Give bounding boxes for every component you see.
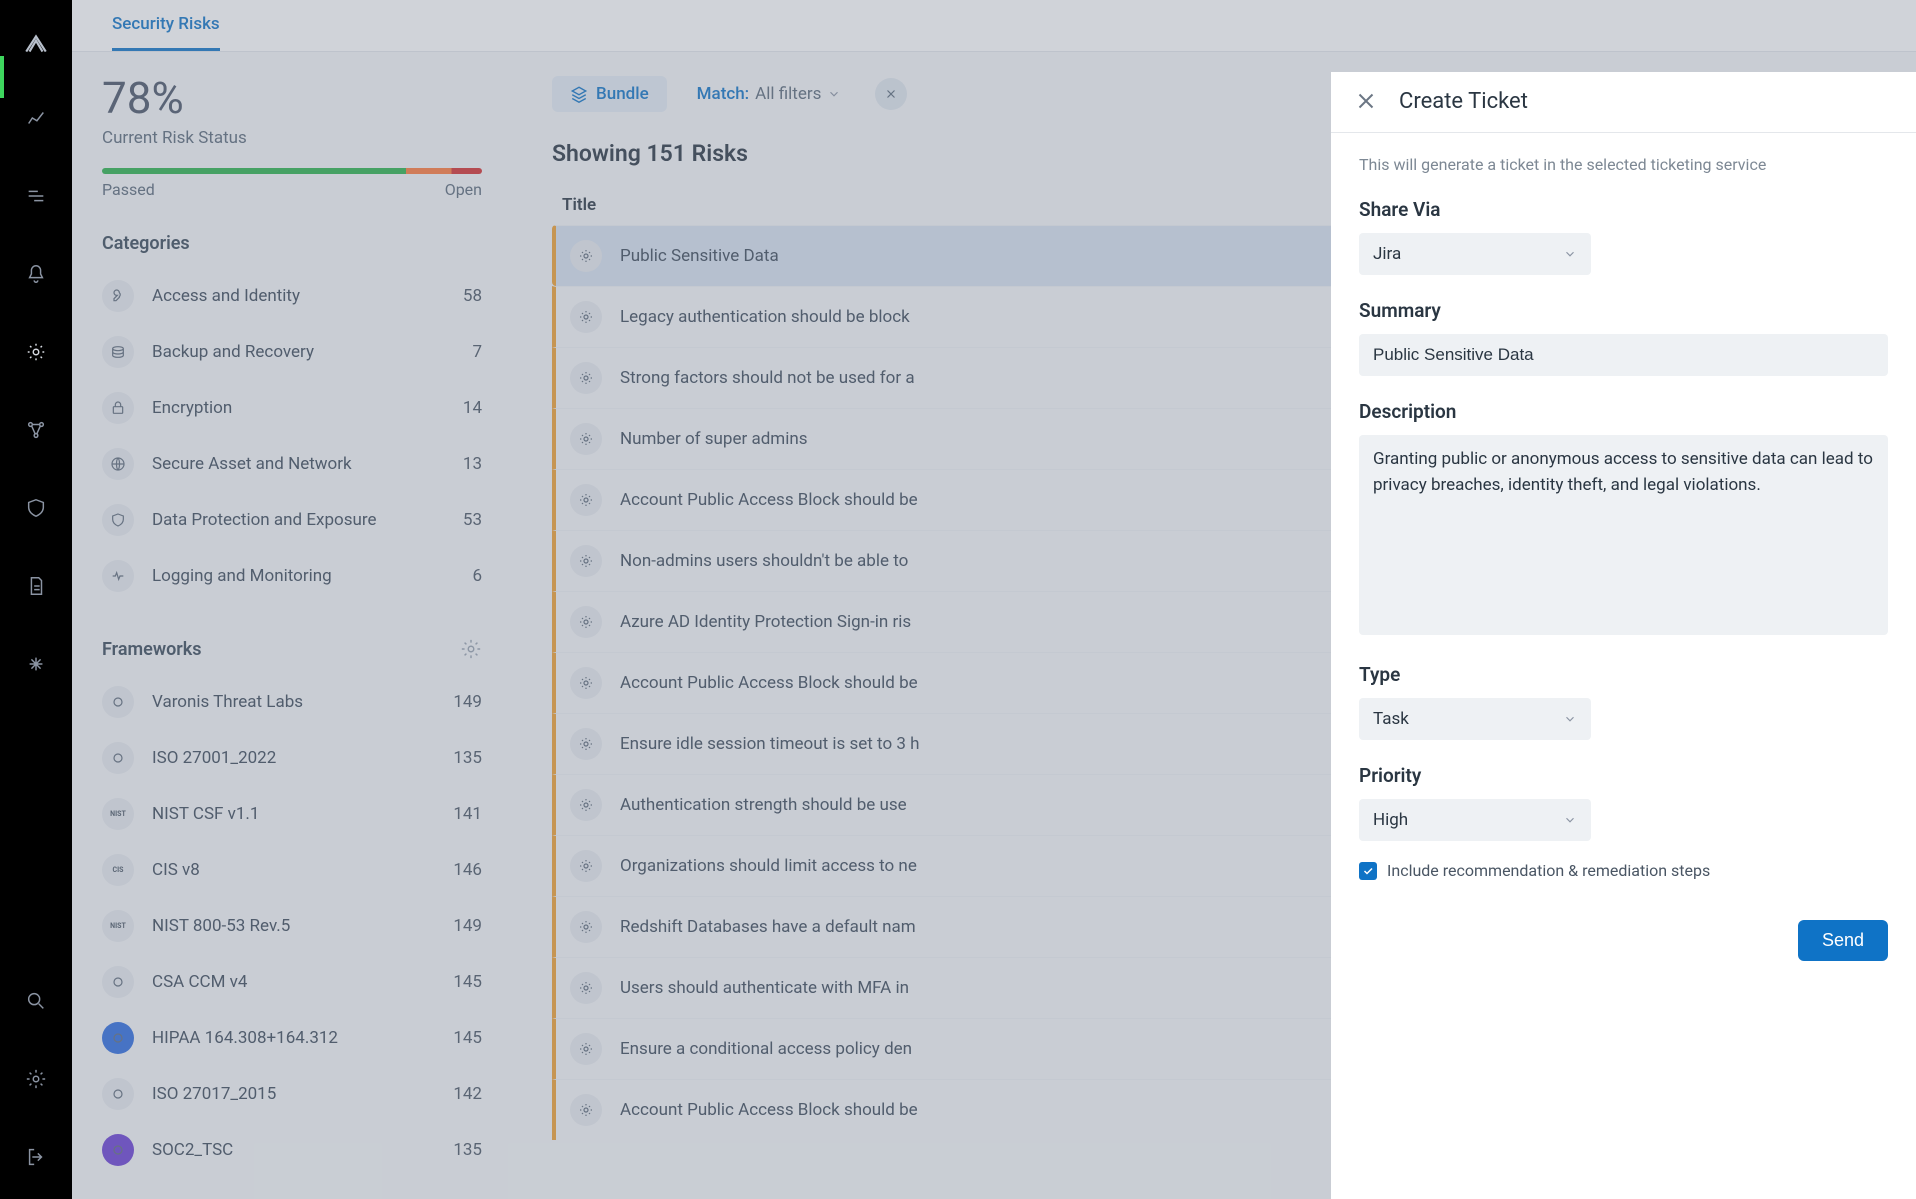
left-nav-rail [0,0,72,1199]
nav-shield-icon[interactable] [14,486,58,530]
nav-bell-icon[interactable] [14,252,58,296]
drawer-hint: This will generate a ticket in the selec… [1359,155,1888,174]
nav-doc-icon[interactable] [14,564,58,608]
share-via-select[interactable]: Jira [1359,233,1591,275]
summary-input[interactable] [1359,334,1888,376]
nav-analytics-icon[interactable] [14,96,58,140]
description-field-label: Description [1359,400,1888,423]
nav-search-icon[interactable] [14,979,58,1023]
priority-select[interactable]: High [1359,799,1591,841]
summary-label: Summary [1359,299,1888,322]
accent-bar [0,56,4,98]
chevron-down-icon [1563,712,1577,726]
create-ticket-drawer: Create Ticket This will generate a ticke… [1331,72,1916,1199]
send-button[interactable]: Send [1798,920,1888,961]
priority-label: Priority [1359,764,1888,787]
type-select[interactable]: Task [1359,698,1591,740]
description-textarea[interactable] [1359,435,1888,635]
nav-settings-icon[interactable] [14,1057,58,1101]
include-recommendation-checkbox[interactable] [1359,862,1377,880]
logo-icon[interactable] [14,22,58,66]
nav-flow-icon[interactable] [14,174,58,218]
chevron-down-icon [1563,813,1577,827]
type-label: Type [1359,663,1888,686]
include-recommendation-label: Include recommendation & remediation ste… [1387,861,1710,880]
share-via-label: Share Via [1359,198,1888,221]
close-drawer-button[interactable] [1353,88,1379,114]
chevron-down-icon [1563,247,1577,261]
nav-logout-icon[interactable] [14,1135,58,1179]
nav-risk-icon[interactable] [14,330,58,374]
nav-sparkle-icon[interactable] [14,642,58,686]
nav-graph-icon[interactable] [14,408,58,452]
drawer-title: Create Ticket [1399,89,1528,114]
